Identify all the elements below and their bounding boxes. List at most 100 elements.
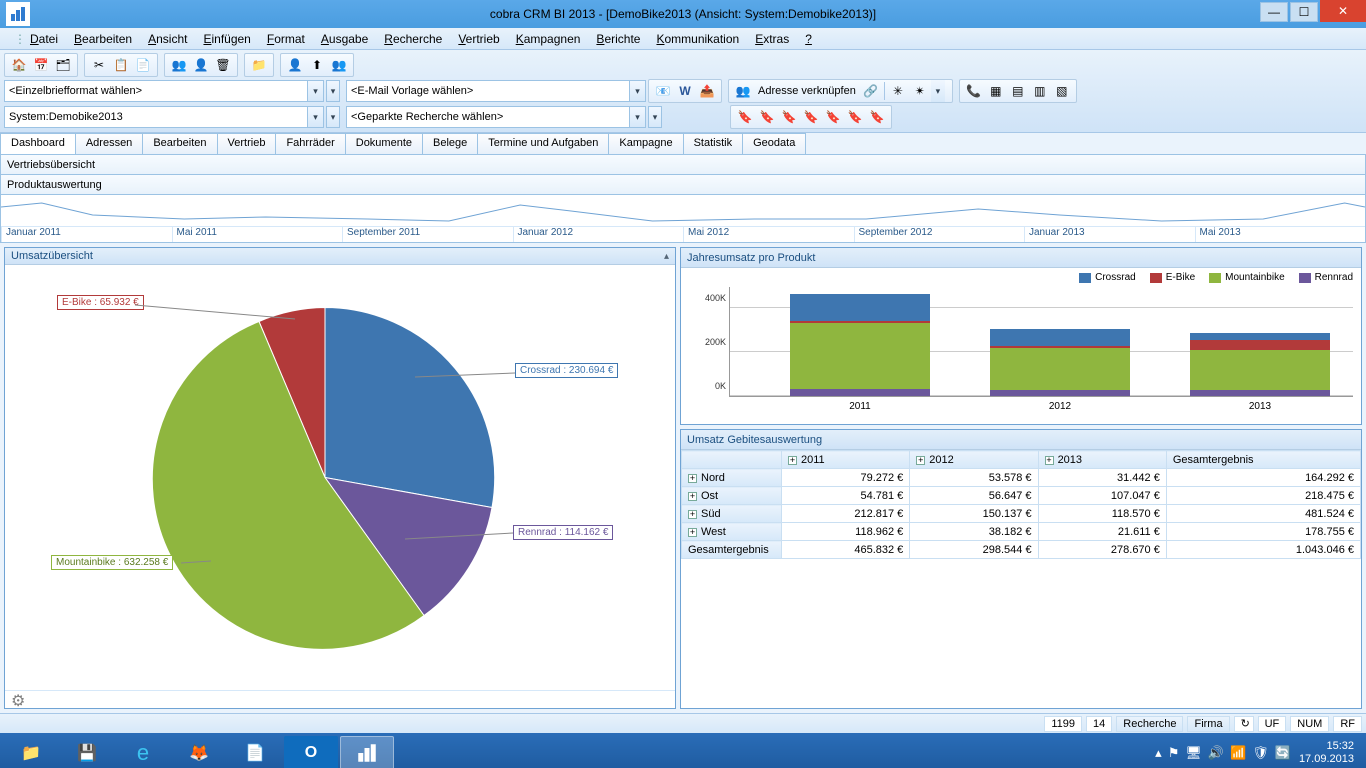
tool-star2-icon[interactable]: ✴ xyxy=(910,81,930,101)
tool-delete-icon[interactable]: 🗑 xyxy=(213,55,233,75)
tool-send-icon[interactable]: 📤 xyxy=(697,81,717,101)
maximize-button[interactable]: ☐ xyxy=(1290,2,1318,22)
status-firma[interactable]: Firma xyxy=(1187,716,1229,732)
tray-monitor-icon[interactable]: 🖥 xyxy=(1185,745,1202,761)
task-notepad-icon[interactable]: 📄 xyxy=(228,736,282,768)
tool-calendar-icon[interactable]: 📅 xyxy=(31,55,51,75)
combo-recherche-extra[interactable]: ▾ xyxy=(648,106,662,128)
timeline[interactable]: Januar 2011 Mai 2011 September 2011 Janu… xyxy=(0,195,1366,243)
expand-icon[interactable]: + xyxy=(1045,456,1054,465)
tool-link-users-icon[interactable]: 👥 xyxy=(733,81,753,101)
tag2-icon[interactable]: 🔖 xyxy=(757,107,777,127)
panel-pie-collapse-icon[interactable]: ▴ xyxy=(664,251,669,262)
tab-kampagne[interactable]: Kampagne xyxy=(608,133,683,154)
tray-clock[interactable]: 15:32 17.09.2013 xyxy=(1299,740,1354,766)
menu-extras[interactable]: Extras xyxy=(747,30,797,48)
menu-datei[interactable]: Datei xyxy=(22,30,66,48)
tab-bearbeiten[interactable]: Bearbeiten xyxy=(142,133,217,154)
tray-speaker-icon[interactable]: 🔊 xyxy=(1208,745,1224,761)
tool-user-edit-icon[interactable]: 👤 xyxy=(191,55,211,75)
expand-icon[interactable]: + xyxy=(688,510,697,519)
task-save-icon[interactable]: 💾 xyxy=(60,736,114,768)
tray-icons[interactable]: ▴ ⚑ 🖥 🔊 📶 🛡 🔄 xyxy=(1155,745,1291,761)
tag4-icon[interactable]: 🔖 xyxy=(801,107,821,127)
menu-vertrieb[interactable]: Vertrieb xyxy=(450,30,507,48)
tool-paste-icon[interactable]: 📄 xyxy=(133,55,153,75)
expand-icon[interactable]: + xyxy=(916,456,925,465)
menu-kampagnen[interactable]: Kampagnen xyxy=(508,30,589,48)
menu-kommunikation[interactable]: Kommunikation xyxy=(648,30,747,48)
combo-recherche[interactable]: <Geparkte Recherche wählen> xyxy=(346,106,646,128)
tab-termine[interactable]: Termine und Aufgaben xyxy=(477,133,609,154)
combo-email[interactable]: <E-Mail Vorlage wählen> xyxy=(346,80,646,102)
tool-folder-icon[interactable]: 📁 xyxy=(249,55,269,75)
pivot-table[interactable]: +2011 +2012 +2013 Gesamtergebnis +Nord79… xyxy=(681,450,1361,559)
pie-footer-icon[interactable]: ⚙ xyxy=(11,691,25,711)
tab-geodata[interactable]: Geodata xyxy=(742,133,806,154)
expand-icon[interactable]: + xyxy=(688,528,697,537)
menu-bearbeiten[interactable]: Bearbeiten xyxy=(66,30,140,48)
tool-table4-icon[interactable]: ▧ xyxy=(1052,81,1072,101)
menu-recherche[interactable]: Recherche xyxy=(376,30,450,48)
subheader-vertrieb[interactable]: Vertriebsübersicht xyxy=(0,155,1366,175)
tab-vertrieb[interactable]: Vertrieb xyxy=(217,133,277,154)
tray-sync-icon[interactable]: 🔄 xyxy=(1275,745,1291,761)
tray-network-icon[interactable]: 📶 xyxy=(1230,745,1246,761)
menu-ausgabe[interactable]: Ausgabe xyxy=(313,30,376,48)
tab-statistik[interactable]: Statistik xyxy=(683,133,744,154)
combo-view-extra[interactable]: ▾ xyxy=(326,106,340,128)
tag7-icon[interactable]: 🔖 xyxy=(867,107,887,127)
tool-table2-icon[interactable]: ▤ xyxy=(1008,81,1028,101)
tag1-icon[interactable]: 🔖 xyxy=(735,107,755,127)
tool-table3-icon[interactable]: ▥ xyxy=(1030,81,1050,101)
expand-icon[interactable]: + xyxy=(688,474,697,483)
tool-copy-icon[interactable]: 📋 xyxy=(111,55,131,75)
subheader-produkt[interactable]: Produktauswertung xyxy=(0,175,1366,195)
tray-shield-icon[interactable]: 🛡 xyxy=(1252,745,1269,761)
tool-link-arrow-icon[interactable]: 🔗 xyxy=(861,81,881,101)
tool-phone-icon[interactable]: 📞 xyxy=(964,81,984,101)
combo-briefformat-extra[interactable]: ▾ xyxy=(326,80,340,102)
status-recherche[interactable]: Recherche xyxy=(1116,716,1183,732)
close-button[interactable]: ✕ xyxy=(1320,0,1366,22)
tag3-icon[interactable]: 🔖 xyxy=(779,107,799,127)
menu-berichte[interactable]: Berichte xyxy=(588,30,648,48)
tab-belege[interactable]: Belege xyxy=(422,133,478,154)
tool-word-icon[interactable]: W xyxy=(675,81,695,101)
task-ie-icon[interactable]: e xyxy=(116,736,170,768)
task-firefox-icon[interactable]: 🦊 xyxy=(172,736,226,768)
tab-dokumente[interactable]: Dokumente xyxy=(345,133,423,154)
adresse-verknuepfen-label[interactable]: Adresse verknüpfen xyxy=(754,85,860,97)
menu-ansicht[interactable]: Ansicht xyxy=(140,30,195,48)
tray-up-icon[interactable]: ▴ xyxy=(1155,745,1162,761)
tool-cut-icon[interactable]: ✂ xyxy=(89,55,109,75)
tool-person-icon[interactable]: 👤 xyxy=(285,55,305,75)
tool-group-icon[interactable]: 👥 xyxy=(329,55,349,75)
tab-dashboard[interactable]: Dashboard xyxy=(0,133,76,154)
menu-einfuegen[interactable]: Einfügen xyxy=(195,30,258,48)
tool-up-icon[interactable]: ⬆ xyxy=(307,55,327,75)
expand-icon[interactable]: + xyxy=(788,456,797,465)
tool-home-icon[interactable]: 🏠 xyxy=(9,55,29,75)
tab-fahrraeder[interactable]: Fahrräder xyxy=(275,133,345,154)
tool-star-dd[interactable]: ▾ xyxy=(931,80,945,102)
tag6-icon[interactable]: 🔖 xyxy=(845,107,865,127)
menu-format[interactable]: Format xyxy=(259,30,313,48)
menu-help[interactable]: ? xyxy=(797,30,820,48)
tool-mail-icon[interactable]: 📧 xyxy=(653,81,673,101)
task-explorer-icon[interactable]: 📁 xyxy=(4,736,58,768)
tag5-icon[interactable]: 🔖 xyxy=(823,107,843,127)
tab-adressen[interactable]: Adressen xyxy=(75,133,143,154)
expand-icon[interactable]: + xyxy=(688,492,697,501)
combo-briefformat[interactable]: <Einzelbriefformat wählen> xyxy=(4,80,324,102)
tray-flag-icon[interactable]: ⚑ xyxy=(1168,745,1180,761)
tool-card-icon[interactable]: 🗂 xyxy=(53,55,73,75)
tool-user-add-icon[interactable]: 👥 xyxy=(169,55,189,75)
tool-table1-icon[interactable]: ▦ xyxy=(986,81,1006,101)
tool-star1-icon[interactable]: ✳ xyxy=(888,81,908,101)
task-outlook-icon[interactable]: O xyxy=(284,736,338,768)
minimize-button[interactable]: ― xyxy=(1260,2,1288,22)
status-refresh-icon[interactable]: ↻ xyxy=(1234,716,1254,732)
combo-view[interactable]: System:Demobike2013 xyxy=(4,106,324,128)
task-cobra-icon[interactable] xyxy=(340,736,394,768)
